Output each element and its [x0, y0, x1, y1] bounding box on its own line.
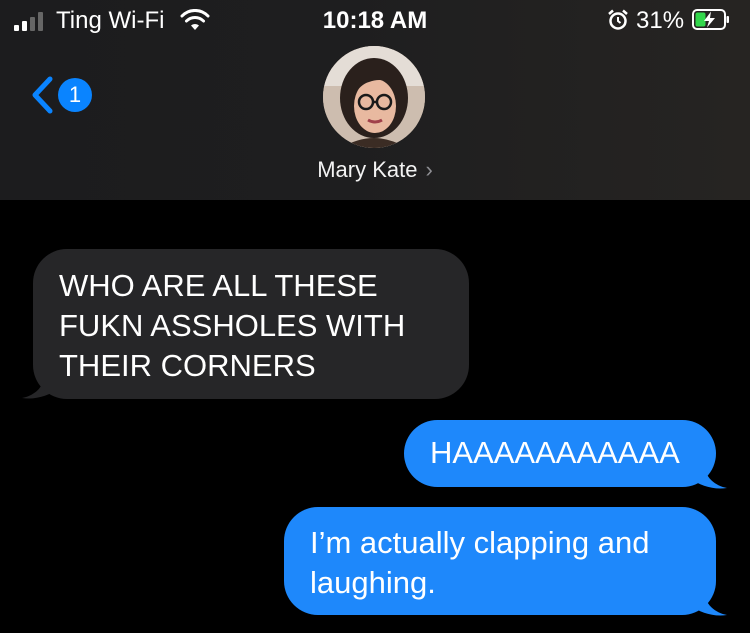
alarm-icon [608, 9, 628, 30]
conversation-header: Ting Wi-Fi 10:18 AM 31% 1 Mary Kate › [0, 0, 750, 200]
message-bubble-incoming[interactable]: WHO ARE ALL THESE FUKN ASSHOLES WITH THE… [33, 249, 469, 399]
battery-percent: 31% [636, 7, 685, 34]
contact-name: Mary Kate [317, 157, 418, 182]
contact-photo [323, 46, 425, 148]
status-bar: Ting Wi-Fi 10:18 AM 31% [0, 0, 750, 44]
contact-name-button[interactable]: Mary Kate › [0, 157, 750, 183]
unread-badge: 1 [58, 78, 92, 112]
back-button[interactable]: 1 [30, 75, 110, 115]
message-text: I’m actually clapping and laughing. [310, 525, 650, 600]
battery-charging-icon [692, 9, 729, 30]
message-bubble-outgoing[interactable]: HAAAAAAAAAAA [404, 420, 716, 487]
message-text: WHO ARE ALL THESE FUKN ASSHOLES WITH THE… [59, 268, 406, 383]
contact-avatar[interactable] [323, 46, 425, 148]
message-text: HAAAAAAAAAAA [430, 435, 680, 470]
chevron-right-icon: › [425, 157, 433, 182]
chevron-left-icon [32, 76, 53, 114]
message-bubble-outgoing[interactable]: I’m actually clapping and laughing. [284, 507, 716, 615]
